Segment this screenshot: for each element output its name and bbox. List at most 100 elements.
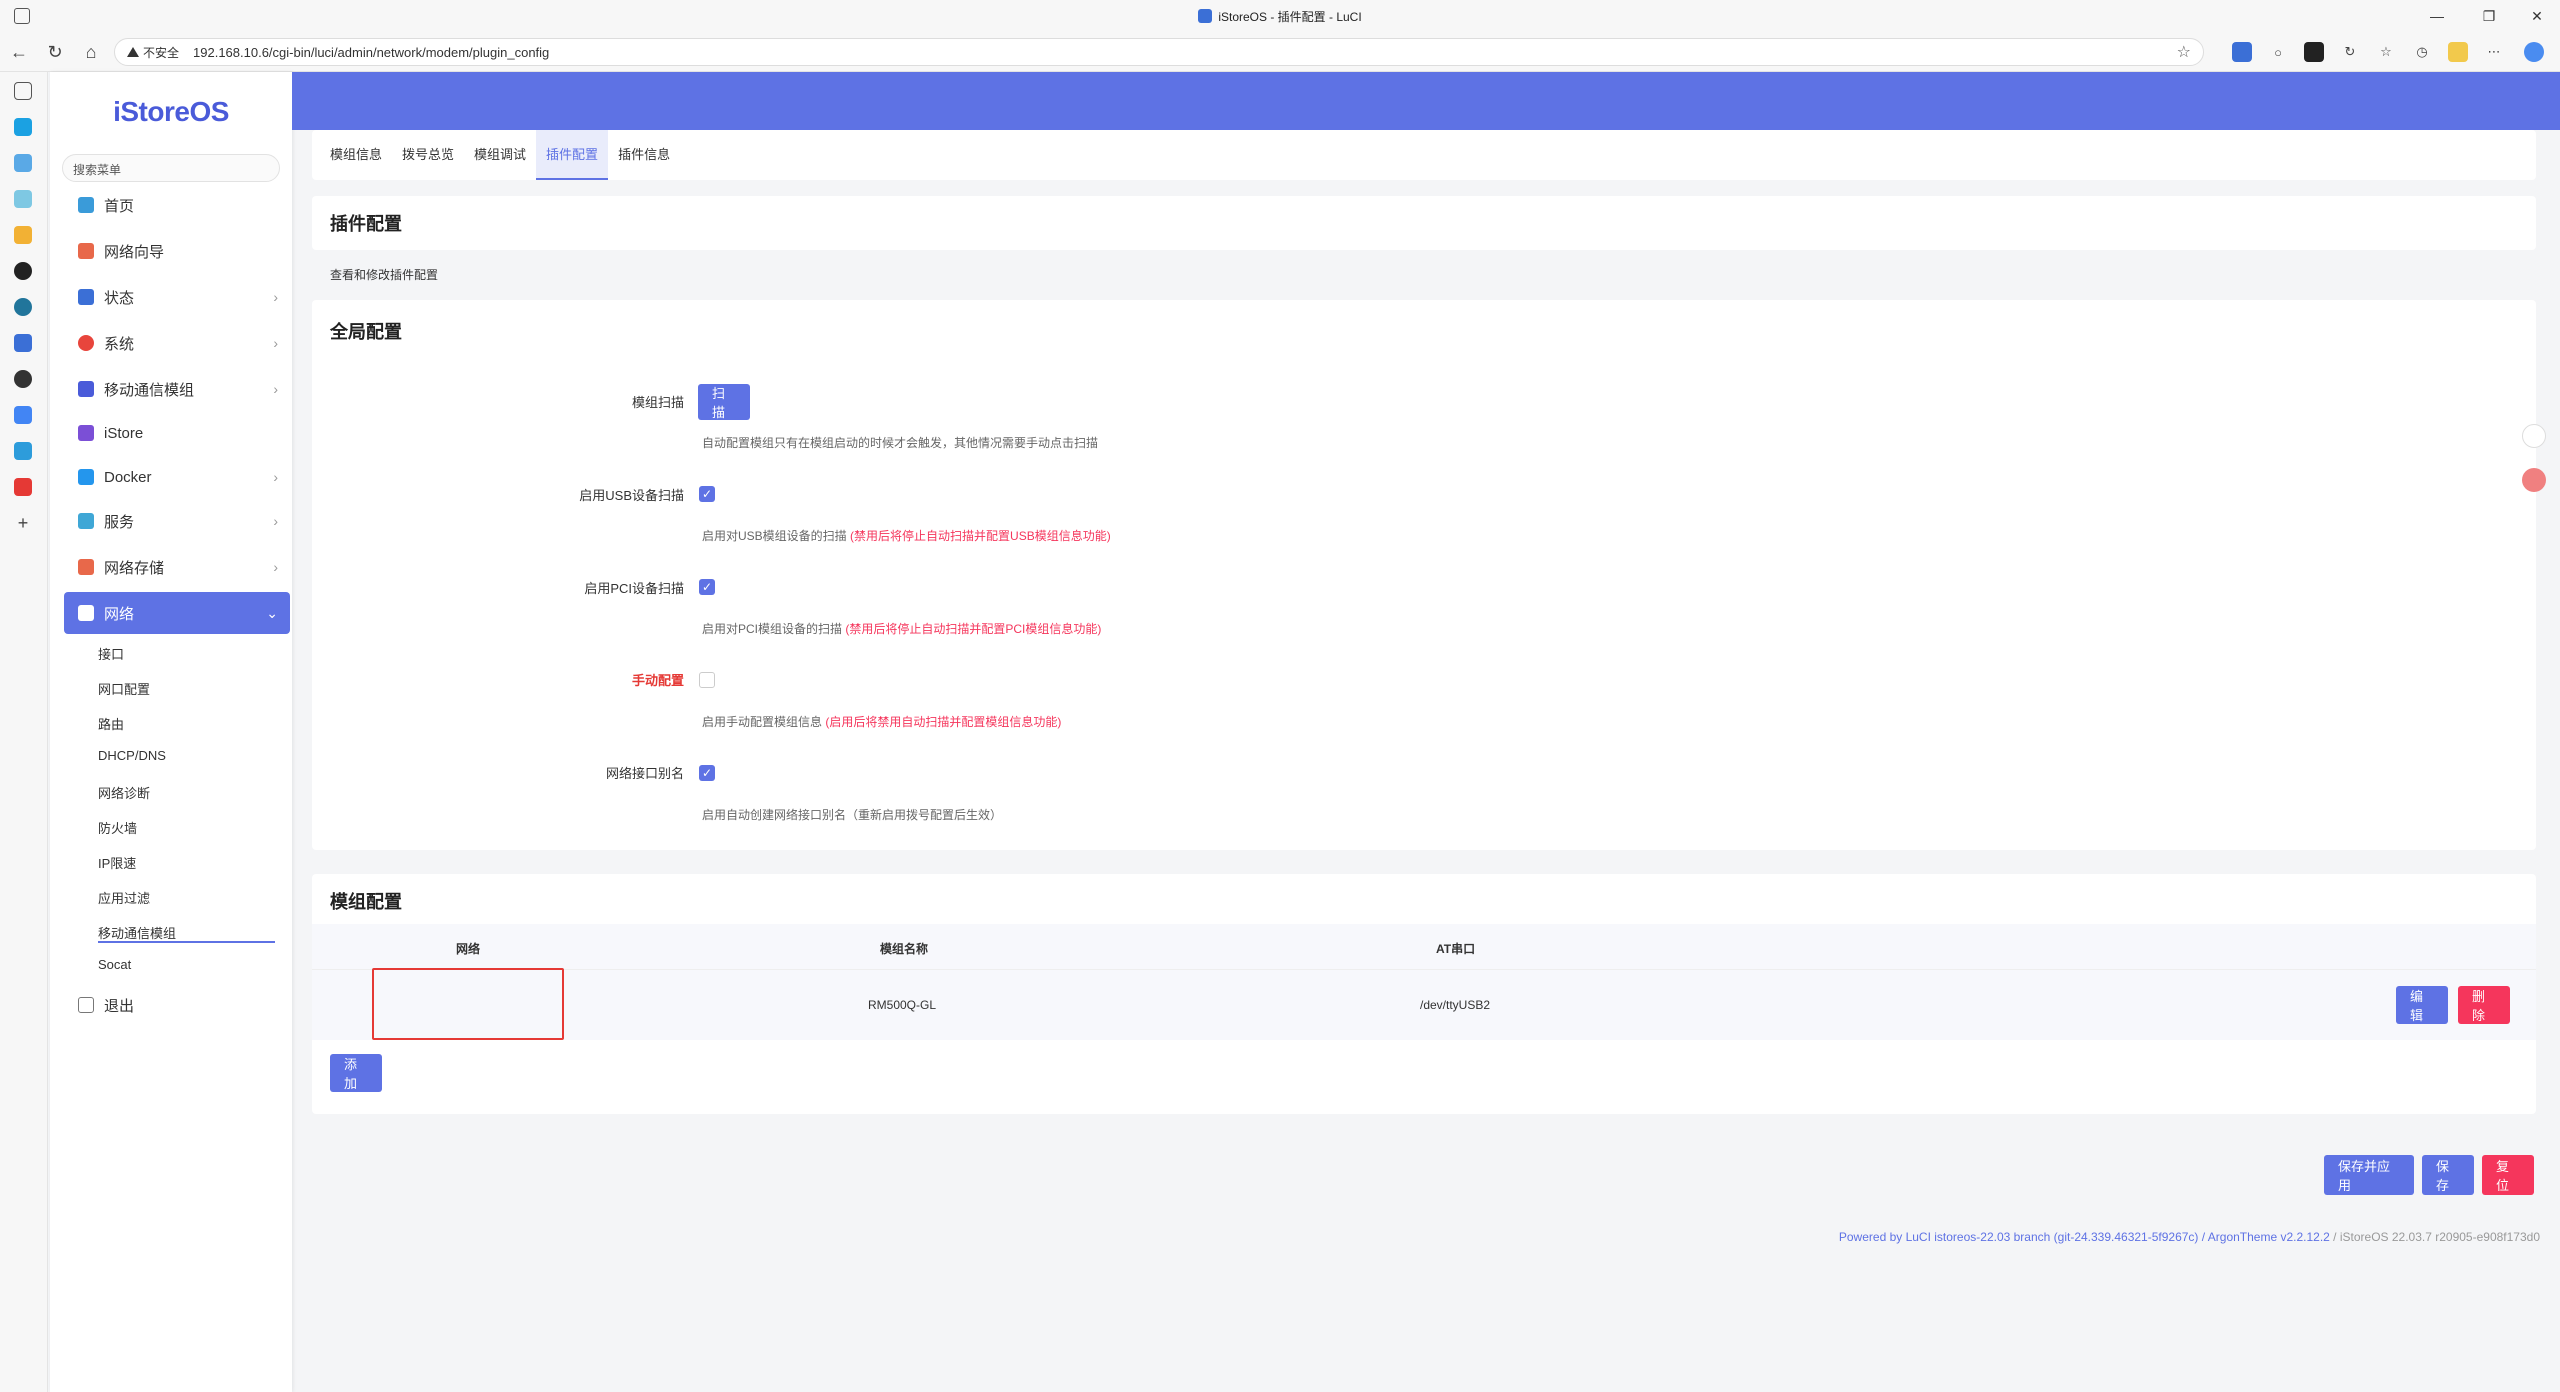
history-icon[interactable]: ◷ bbox=[2412, 42, 2432, 62]
search-input[interactable]: 搜索菜单 bbox=[62, 154, 280, 182]
alias-checkbox[interactable]: ✓ bbox=[699, 765, 715, 781]
tab-bar: 模组信息 拨号总览 模组调试 插件配置 插件信息 bbox=[312, 130, 2536, 180]
scan-help: 自动配置模组只有在模组启动的时候才会触发，其他情况需要手动点击扫描 bbox=[702, 436, 1099, 450]
module-config-card: 模组配置 网络 模组名称 AT串口 RM500Q-GL /dev/ttyUSB2… bbox=[312, 874, 2536, 1114]
qr-widget-icon[interactable] bbox=[2522, 424, 2546, 448]
wordpress-icon[interactable] bbox=[14, 298, 32, 316]
reset-button[interactable]: 复位 bbox=[2482, 1155, 2534, 1195]
dock-app-icon[interactable] bbox=[14, 190, 32, 208]
sidebar-item-modem[interactable]: 移动通信模组 › bbox=[64, 370, 290, 408]
dock-app-icon[interactable] bbox=[14, 442, 32, 460]
pci-scan-checkbox[interactable]: ✓ bbox=[699, 579, 715, 595]
sidebar-item-nas[interactable]: 网络存储 › bbox=[64, 548, 290, 586]
back-icon[interactable]: ← bbox=[6, 40, 32, 64]
refresh-extension-icon[interactable]: ↻ bbox=[2340, 42, 2360, 62]
home-icon bbox=[78, 197, 94, 213]
page-title-card: 插件配置 bbox=[312, 196, 2536, 250]
gear-icon bbox=[78, 335, 94, 351]
tab-dial-overview[interactable]: 拨号总览 bbox=[392, 130, 464, 180]
sidebar-item-docker[interactable]: Docker › bbox=[64, 458, 290, 496]
footer-powered-by[interactable]: Powered by LuCI istoreos-22.03 branch (g… bbox=[1839, 1230, 2330, 1244]
sub-item-dhcp[interactable]: DHCP/DNS bbox=[98, 748, 166, 768]
reload-icon[interactable]: ↻ bbox=[42, 40, 68, 64]
sidebar-item-wizard[interactable]: 网络向导 bbox=[64, 232, 290, 270]
minimize-icon[interactable]: — bbox=[2414, 0, 2460, 32]
extension-circle-icon[interactable]: ○ bbox=[2268, 42, 2288, 62]
insecure-badge[interactable]: 不安全 bbox=[127, 44, 179, 61]
dock-app-icon[interactable] bbox=[14, 478, 32, 496]
sub-item-diagnostics[interactable]: 网络诊断 bbox=[98, 783, 150, 803]
column-module-name: 模组名称 bbox=[880, 942, 929, 956]
add-button[interactable]: 添加 bbox=[330, 1054, 382, 1092]
sidebar-item-status[interactable]: 状态 › bbox=[64, 278, 290, 316]
sidebar: iStoreOS 搜索菜单 首页 网络向导 状态 › 系统 › 移动通信模组 ›… bbox=[50, 72, 292, 1392]
dock-search-icon[interactable] bbox=[14, 406, 32, 424]
page-title: 插件配置 bbox=[330, 214, 402, 234]
save-apply-button[interactable]: 保存并应用 bbox=[2324, 1155, 2414, 1195]
sub-item-interfaces[interactable]: 接口 bbox=[98, 644, 124, 664]
sub-item-ip-limit[interactable]: IP限速 bbox=[98, 853, 136, 873]
tab-plugin-info[interactable]: 插件信息 bbox=[608, 130, 680, 180]
manual-config-help: 启用手动配置模组信息 (启用后将禁用自动扫描并配置模组信息功能) bbox=[702, 715, 1062, 729]
dock-app-icon[interactable] bbox=[14, 370, 32, 388]
logo[interactable]: iStoreOS bbox=[50, 96, 292, 128]
extension-badge-icon[interactable] bbox=[2304, 42, 2324, 62]
browser-app-icon[interactable] bbox=[14, 8, 30, 24]
sidebar-item-system[interactable]: 系统 › bbox=[64, 324, 290, 362]
sub-item-firewall[interactable]: 防火墙 bbox=[98, 818, 137, 838]
page-description: 查看和修改插件配置 bbox=[330, 268, 439, 282]
tab-favicon-icon bbox=[1198, 9, 1213, 23]
close-icon[interactable]: ✕ bbox=[2514, 0, 2560, 32]
dock-app-icon[interactable] bbox=[14, 334, 32, 352]
scan-button[interactable]: 扫描 bbox=[698, 384, 750, 420]
tabs-icon[interactable] bbox=[14, 82, 32, 100]
edit-button[interactable]: 编辑 bbox=[2396, 986, 2448, 1024]
docker-icon bbox=[78, 469, 94, 485]
chevron-right-icon: › bbox=[273, 335, 278, 351]
profile-icon[interactable] bbox=[2448, 42, 2468, 62]
save-button[interactable]: 保存 bbox=[2422, 1155, 2474, 1195]
translate-widget-icon[interactable] bbox=[2522, 468, 2546, 492]
restore-icon[interactable]: ❐ bbox=[2466, 0, 2512, 32]
sidebar-item-network[interactable]: 网络 ⌄ bbox=[64, 592, 290, 634]
url-field[interactable]: 不安全 192.168.10.6/cgi-bin/luci/admin/netw… bbox=[114, 38, 2204, 66]
module-config-title: 模组配置 bbox=[330, 892, 402, 912]
sub-item-routes[interactable]: 路由 bbox=[98, 714, 124, 734]
table-header: 网络 模组名称 AT串口 bbox=[312, 924, 2536, 970]
dock-app-icon[interactable] bbox=[14, 262, 32, 280]
chevron-down-icon: ⌄ bbox=[266, 604, 278, 621]
tab-plugin-config[interactable]: 插件配置 bbox=[536, 130, 609, 180]
manual-config-checkbox[interactable] bbox=[699, 672, 715, 688]
warning-icon bbox=[127, 47, 139, 57]
sub-item-port-config[interactable]: 网口配置 bbox=[98, 679, 150, 699]
add-icon[interactable]: + bbox=[14, 514, 32, 532]
row-at-port: /dev/ttyUSB2 bbox=[1420, 998, 1491, 1012]
delete-button[interactable]: 删除 bbox=[2458, 986, 2510, 1024]
sub-item-socat[interactable]: Socat bbox=[98, 957, 131, 977]
chevron-right-icon: › bbox=[273, 381, 278, 397]
sub-item-app-filter[interactable]: 应用过滤 bbox=[98, 888, 150, 908]
tab-module-debug[interactable]: 模组调试 bbox=[464, 130, 536, 180]
sidebar-item-logout[interactable]: 退出 bbox=[64, 986, 290, 1024]
bookmark-star-icon[interactable]: ☆ bbox=[2177, 42, 2191, 62]
alias-help: 启用自动创建网络接口别名（重新启用拨号配置后生效） bbox=[702, 808, 1003, 822]
sidebar-item-home[interactable]: 首页 bbox=[64, 186, 290, 224]
footer-version: / iStoreOS 22.03.7 r20905-e908f173d0 bbox=[2329, 1230, 2540, 1244]
status-icon bbox=[78, 289, 94, 305]
highlight-box bbox=[372, 968, 564, 1040]
extension-icon[interactable] bbox=[2232, 42, 2252, 62]
column-network: 网络 bbox=[456, 942, 481, 956]
dock-app-icon[interactable] bbox=[14, 118, 32, 136]
sidebar-item-services[interactable]: 服务 › bbox=[64, 502, 290, 540]
sidebar-item-istore[interactable]: iStore bbox=[64, 414, 290, 452]
home-browser-icon[interactable]: ⌂ bbox=[78, 40, 104, 64]
dock-app-icon[interactable] bbox=[14, 226, 32, 244]
favorites-icon[interactable]: ☆ bbox=[2376, 42, 2396, 62]
usb-scan-checkbox[interactable]: ✓ bbox=[699, 486, 715, 502]
copilot-icon[interactable] bbox=[2524, 42, 2544, 62]
tab-module-info[interactable]: 模组信息 bbox=[320, 130, 392, 180]
window-title-text: iStoreOS - 插件配置 - LuCI bbox=[1218, 9, 1362, 24]
more-menu-icon[interactable]: ⋯ bbox=[2484, 42, 2504, 62]
dock-app-icon[interactable] bbox=[14, 154, 32, 172]
sub-item-modem[interactable]: 移动通信模组 bbox=[98, 923, 275, 943]
